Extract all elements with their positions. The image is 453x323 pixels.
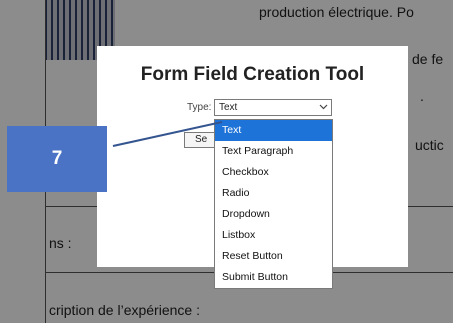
step-badge: 7 (7, 126, 107, 192)
